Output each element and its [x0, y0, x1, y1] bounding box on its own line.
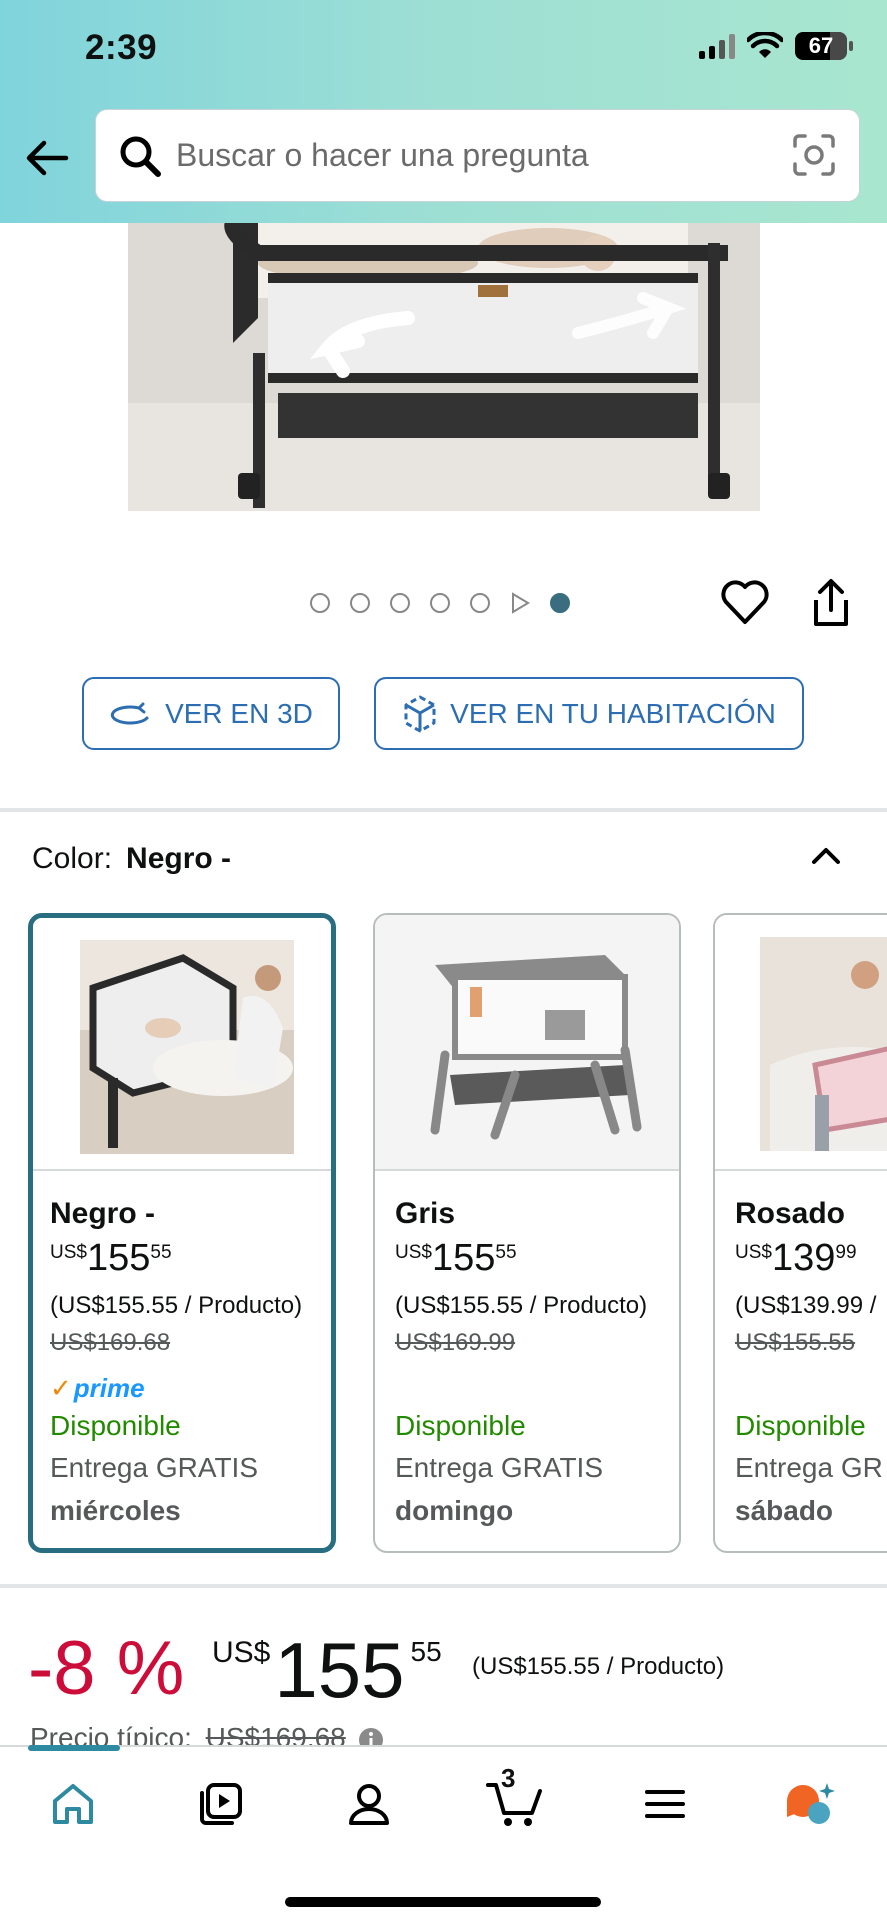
- section-divider: [0, 808, 887, 812]
- discount-percent: -8 %: [28, 1626, 185, 1711]
- pagination-dot-active[interactable]: [550, 593, 570, 613]
- tab-home[interactable]: [38, 1769, 108, 1839]
- selected-color: Negro -: [126, 842, 232, 875]
- tab-menu[interactable]: [630, 1769, 700, 1839]
- hamburger-menu-icon: [645, 1790, 685, 1818]
- battery-icon: 67: [795, 32, 853, 60]
- currency: US$: [212, 1636, 271, 1669]
- variant-thumbnail: [33, 918, 331, 1171]
- color-selector-label: Color: Negro -: [32, 842, 231, 876]
- unit-price: (US$155.55 / Producto): [395, 1292, 648, 1319]
- ar-cube-icon: [404, 695, 436, 732]
- variant-thumbnail: [375, 915, 679, 1171]
- price-fraction: 55: [150, 1242, 172, 1263]
- price-fraction: 55: [410, 1636, 442, 1667]
- view-3d-button[interactable]: VER EN 3D: [82, 677, 340, 750]
- variant-name: Rosado: [735, 1197, 846, 1230]
- prime-label: prime: [73, 1373, 145, 1403]
- variant-price: US$ 139 99: [735, 1238, 857, 1278]
- video-icon: [200, 1783, 242, 1825]
- view-in-room-button[interactable]: VER EN TU HABITACIÓN: [374, 677, 804, 750]
- search-input[interactable]: [176, 110, 776, 201]
- prime-badge: ✓ prime: [50, 1373, 145, 1404]
- unit-price: (US$155.55 / Producto): [472, 1653, 725, 1680]
- view-in-room-label: VER EN TU HABITACIÓN: [450, 697, 776, 729]
- price-whole: 155: [274, 1626, 405, 1714]
- prime-check-icon: ✓: [50, 1373, 72, 1403]
- delivery-text: Entrega GR: [735, 1452, 883, 1483]
- share-icon[interactable]: [810, 578, 852, 628]
- price-whole: 155: [86, 1237, 151, 1279]
- image-pagination[interactable]: [310, 592, 570, 614]
- product-image[interactable]: [128, 223, 760, 511]
- home-icon: [53, 1784, 93, 1824]
- delivery-day: sábado: [735, 1495, 834, 1526]
- price-fraction: 55: [495, 1242, 517, 1263]
- list-price: US$169.68: [50, 1329, 171, 1356]
- price-whole: 139: [771, 1237, 836, 1279]
- product-page: 2:39 67 Buscar o hacer una pregunta VER …: [0, 0, 887, 1920]
- variant-thumbnail: [715, 915, 887, 1171]
- tab-rufus[interactable]: [776, 1769, 846, 1839]
- list-price: US$155.55: [735, 1329, 856, 1356]
- cart-icon: [486, 1783, 542, 1826]
- bottom-tab-bar: 3: [0, 1745, 887, 1920]
- availability: Disponible: [735, 1410, 866, 1441]
- color-label-text: Color:: [32, 842, 113, 875]
- header: 2:39 67: [0, 0, 887, 223]
- delivery-day: domingo: [395, 1495, 514, 1526]
- heart-icon[interactable]: [720, 578, 770, 626]
- pagination-dot[interactable]: [310, 593, 330, 613]
- pagination-dot[interactable]: [470, 593, 490, 613]
- delivery-text: Entrega GRATIS: [395, 1452, 604, 1483]
- unit-price: (US$155.55 / Producto): [50, 1292, 303, 1319]
- list-price: US$169.99: [395, 1329, 516, 1356]
- unit-price: (US$139.99 /: [735, 1292, 877, 1319]
- cart-count: 3: [501, 1763, 516, 1793]
- user-icon: [349, 1784, 389, 1825]
- pagination-dot[interactable]: [350, 593, 370, 613]
- tab-video[interactable]: [186, 1769, 256, 1839]
- delivery-day: miércoles: [50, 1495, 181, 1526]
- active-tab-indicator: [28, 1745, 120, 1751]
- pagination-dot[interactable]: [430, 593, 450, 613]
- availability: Disponible: [395, 1410, 526, 1441]
- rotate-3d-icon: [110, 702, 149, 725]
- variant-price: US$ 155 55: [50, 1238, 172, 1278]
- variant-price: US$ 155 55: [395, 1238, 517, 1278]
- cellular-signal-icon: [699, 33, 735, 59]
- currency: US$: [50, 1242, 87, 1263]
- home-indicator: [285, 1897, 601, 1907]
- section-divider: [0, 1584, 887, 1588]
- variant-card-rosado[interactable]: Rosado US$ 139 99 (US$139.99 / US$155.55…: [713, 913, 887, 1553]
- variant-card-negro[interactable]: Negro - US$ 155 55 (US$155.55 / Producto…: [28, 913, 336, 1553]
- search-icon: [120, 136, 161, 177]
- variant-name: Negro -: [50, 1197, 155, 1230]
- tab-cart[interactable]: 3: [481, 1763, 551, 1839]
- battery-level: 67: [808, 33, 834, 58]
- variant-name: Gris: [395, 1197, 456, 1230]
- search-bar[interactable]: [95, 109, 860, 202]
- rufus-assistant-icon: [787, 1783, 835, 1824]
- currency: US$: [395, 1242, 432, 1263]
- availability: Disponible: [50, 1410, 181, 1441]
- back-arrow-icon[interactable]: [22, 133, 72, 183]
- video-play-icon[interactable]: [510, 592, 530, 614]
- current-price: US$ 155 55: [212, 1630, 442, 1710]
- tab-account[interactable]: [334, 1769, 404, 1839]
- camera-search-icon[interactable]: [791, 132, 837, 178]
- status-time: 2:39: [85, 28, 158, 67]
- pagination-dot[interactable]: [390, 593, 410, 613]
- price-whole: 155: [431, 1237, 496, 1279]
- status-icons: 67: [699, 32, 853, 60]
- price-fraction: 99: [835, 1242, 857, 1263]
- view-3d-label: VER EN 3D: [165, 697, 313, 729]
- variant-card-gris[interactable]: Gris US$ 155 55 (US$155.55 / Producto) U…: [373, 913, 681, 1553]
- wifi-icon: [747, 32, 783, 58]
- delivery-text: Entrega GRATIS: [50, 1452, 259, 1483]
- chevron-up-icon[interactable]: [808, 840, 844, 870]
- currency: US$: [735, 1242, 772, 1263]
